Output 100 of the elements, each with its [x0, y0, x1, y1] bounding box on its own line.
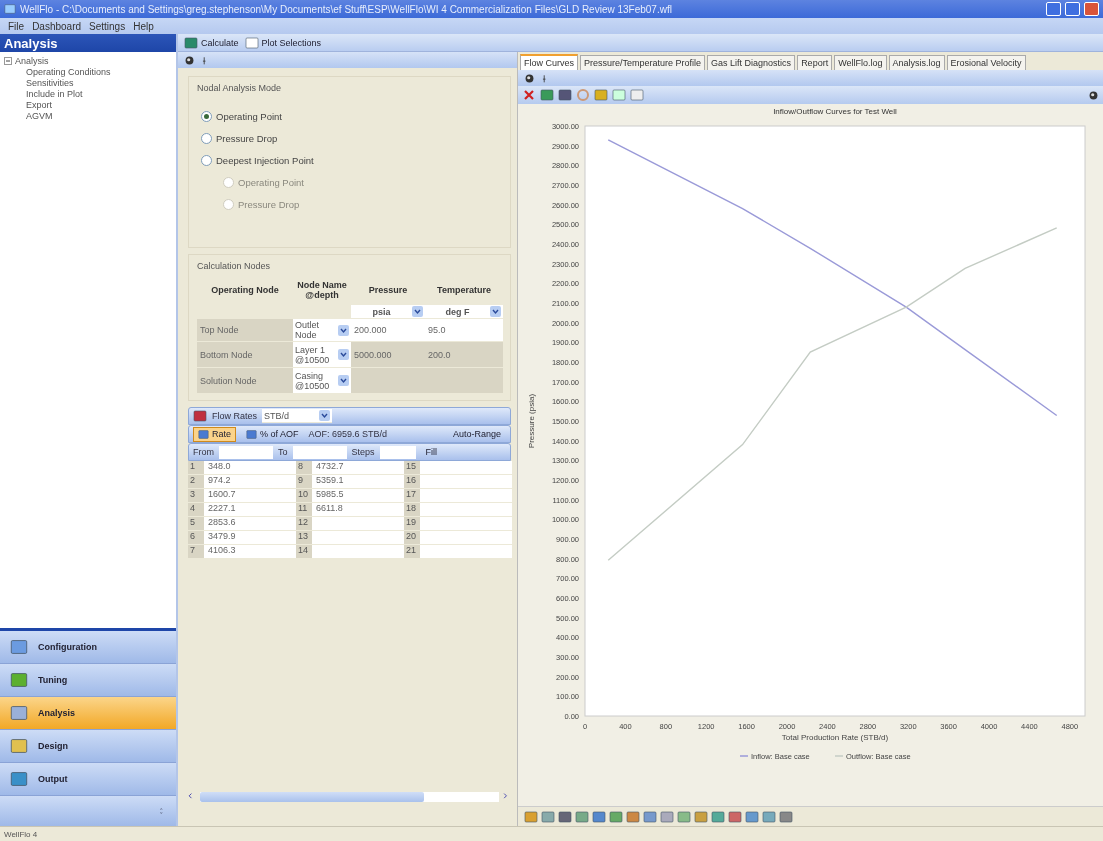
table-cell: 200.0 [425, 342, 503, 368]
row-number: 7 [188, 545, 204, 559]
tree-item[interactable]: AGVM [26, 110, 53, 121]
unit-dropdown[interactable]: STB/d [262, 409, 332, 423]
menu-item[interactable]: Help [133, 20, 154, 32]
group-title: Calculation Nodes [197, 261, 272, 271]
table-cell: Bottom Node [197, 342, 293, 368]
dropdown-arrow-icon [338, 324, 349, 336]
tab[interactable]: Flow Curves [520, 54, 578, 70]
row-number: 5 [188, 517, 204, 531]
dropdown-arrow-icon [338, 375, 349, 386]
menu-item[interactable]: Dashboard [32, 20, 82, 32]
close-icon[interactable] [522, 88, 536, 102]
row-number: 20 [404, 531, 420, 545]
table-cell: 348.0 [204, 461, 296, 475]
auto-range-button[interactable]: Auto-Range [447, 427, 506, 441]
column-header: Temperature [436, 284, 492, 297]
table-cell: 1600.7 [204, 489, 296, 503]
table-cell: 4106.3 [204, 545, 296, 559]
row-number: 12 [296, 517, 312, 531]
window-title: WellFlo - C:\Documents and Settings\greg.stephenson\My Documents\ef Stuff\ESP\WellFlo\WI 4 Commercialization Files\GLD Review 13Feb07.wfl [20, 3, 673, 15]
row-number: 14 [296, 545, 312, 559]
dropdown-arrow-icon [319, 410, 330, 421]
unit-dropdown[interactable]: psia [351, 305, 425, 319]
table-cell: 5359.1 [312, 475, 404, 489]
row-number: 3 [188, 489, 204, 503]
unit-dropdown[interactable]: deg F [425, 305, 503, 319]
tab[interactable]: Erosional Velocity [946, 55, 1026, 70]
row-number: 6 [188, 531, 204, 545]
maximize-button[interactable] [1065, 2, 1080, 16]
nav-button[interactable]: Design [0, 730, 176, 763]
row-number: 18 [404, 503, 420, 517]
mode-button[interactable]: % of AOF [241, 426, 304, 442]
node-dropdown[interactable]: Casing @10500 [293, 368, 351, 394]
table-cell: 200.000 [351, 319, 425, 342]
tab[interactable]: Gas Lift Diagnostics [707, 55, 796, 70]
row-number: 16 [404, 475, 420, 489]
table-cell: 6611.8 [312, 503, 404, 517]
chart-title: Inflow/Outflow Curves for Test Well [773, 107, 897, 116]
column-header: Operating Node [210, 284, 280, 297]
collapse-icon[interactable] [4, 56, 12, 65]
radio-option[interactable]: Deepest Injection Point [197, 151, 502, 169]
radio-option[interactable]: Pressure Drop [197, 129, 502, 147]
tree-item[interactable]: Analysis [15, 55, 49, 66]
node-dropdown[interactable]: Outlet Node [293, 319, 351, 342]
row-number: 17 [404, 489, 420, 503]
field-label: Flow Rates [212, 411, 257, 421]
tab[interactable]: Analysis.log [888, 55, 945, 70]
tab[interactable]: WellFlo.log [834, 55, 887, 70]
sidebar-title: Analysis [0, 34, 176, 52]
tree-item[interactable]: Include in Plot [26, 88, 83, 99]
row-number: 1 [188, 461, 204, 475]
row-number: 13 [296, 531, 312, 545]
tree-item[interactable]: Export [26, 99, 52, 110]
app-icon [4, 3, 16, 15]
column-header: Pressure [367, 284, 409, 297]
table-cell: 5000.000 [351, 342, 425, 368]
nav-button[interactable]: Configuration [0, 631, 176, 664]
table-cell: 95.0 [425, 319, 503, 342]
status-text: WellFlo 4 [4, 829, 38, 839]
dropdown-arrow-icon [412, 306, 423, 317]
plot-selections-button[interactable]: Plot Selections [244, 35, 322, 50]
mode-button[interactable]: Rate [193, 426, 236, 442]
table-cell: 2227.1 [204, 503, 296, 517]
table-cell: Top Node [197, 319, 293, 342]
group-title: Nodal Analysis Mode [197, 83, 283, 93]
node-dropdown[interactable]: Layer 1 @10500 [293, 342, 351, 368]
row-number: 9 [296, 475, 312, 489]
row-number: 15 [404, 461, 420, 475]
menu-item[interactable]: File [8, 20, 25, 32]
menu-item[interactable]: Settings [89, 20, 126, 32]
column-header: Node Name @depth [296, 279, 348, 302]
tab[interactable]: Pressure/Temperature Profile [580, 55, 706, 70]
row-number: 10 [296, 489, 312, 503]
calculate-button[interactable]: Calculate [184, 35, 239, 50]
row-number: 8 [296, 461, 312, 475]
x-axis-title: Total Production Rate (STB/d) [781, 733, 889, 742]
y-axis-title: Pressure (psia) [527, 393, 536, 449]
nav-button[interactable]: Tuning [0, 664, 176, 697]
radio-option[interactable]: Operating Point [197, 107, 502, 125]
table-cell: 3479.9 [204, 531, 296, 545]
table-cell: 974.2 [204, 475, 296, 489]
close-button[interactable] [1084, 2, 1099, 16]
scrollbar[interactable] [200, 792, 499, 802]
aof-label: AOF: 6959.6 STB/d [308, 429, 388, 439]
table-cell: Solution Node [197, 368, 293, 394]
tree-item[interactable]: Operating Conditions [26, 66, 111, 77]
table-cell: 2853.6 [204, 517, 296, 531]
nav-button[interactable]: Analysis [0, 697, 176, 730]
row-number: 2 [188, 475, 204, 489]
table-cell: 4732.7 [312, 461, 404, 475]
row-number: 19 [404, 517, 420, 531]
row-number: 4 [188, 503, 204, 517]
row-number: 21 [404, 545, 420, 559]
minimize-button[interactable] [1046, 2, 1061, 16]
tree-item[interactable]: Sensitivities [26, 77, 74, 88]
row-number: 11 [296, 503, 312, 517]
nav-button[interactable]: Output [0, 763, 176, 796]
tab[interactable]: Report [797, 55, 833, 70]
dropdown-arrow-icon [338, 349, 349, 360]
